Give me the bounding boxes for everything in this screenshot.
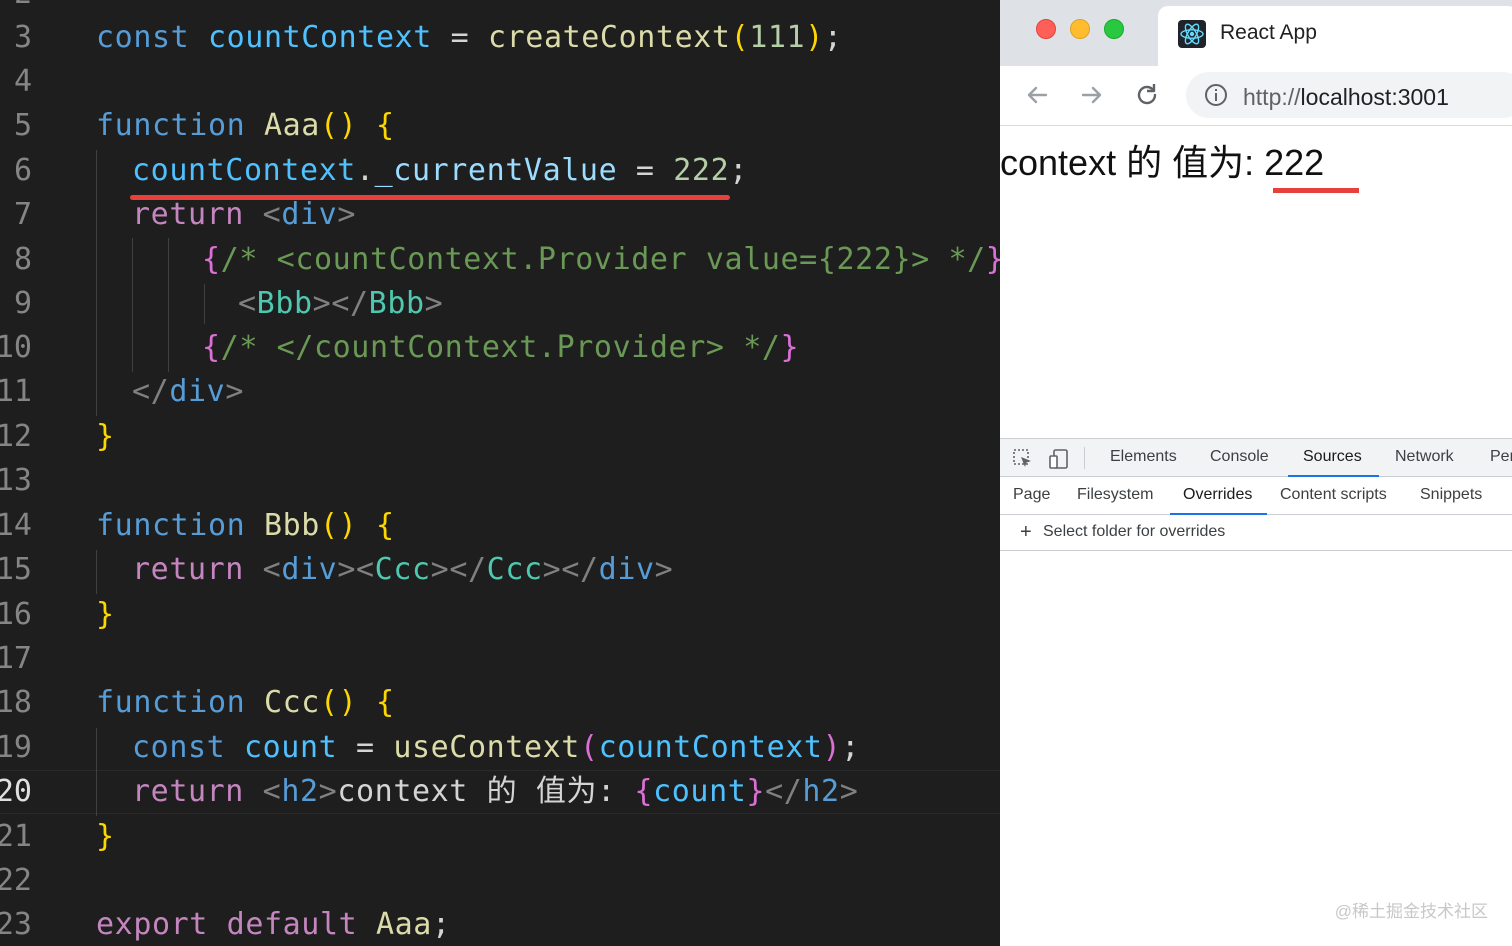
line-number: 22 (0, 863, 32, 898)
line-number: 19 (0, 730, 32, 765)
red-underline (1273, 188, 1359, 193)
minimize-window-button[interactable] (1070, 19, 1090, 39)
indent-guide (96, 550, 97, 594)
line-number: 14 (0, 508, 32, 543)
line-number: 13 (0, 463, 32, 498)
tab-elements[interactable]: Elements (1110, 448, 1177, 466)
indent-guide (132, 238, 133, 372)
subtab-snippets[interactable]: Snippets (1420, 486, 1482, 504)
browser-tab[interactable]: React App (1158, 6, 1512, 66)
code-editor[interactable]: 2 3 4 5 6 7 8 9 10 11 12 13 14 15 16 17 … (0, 0, 1000, 946)
line-number: 23 (0, 907, 32, 942)
code-line-7: return <div> (132, 197, 356, 232)
forward-arrow-icon[interactable] (1077, 80, 1107, 110)
tab-console[interactable]: Console (1210, 448, 1269, 466)
line-number: 9 (13, 286, 32, 321)
line-number: 18 (0, 685, 32, 720)
indent-guide (168, 238, 169, 372)
url-text: http://localhost:3001 (1243, 84, 1449, 110)
code-line-23: export default Aaa; (96, 907, 451, 942)
navigation-bar: http://localhost:3001 (1000, 66, 1512, 126)
line-number: 7 (13, 197, 32, 232)
code-line-18: function Ccc() { (96, 685, 395, 720)
code-line-11: </div> (132, 374, 244, 409)
line-number: 15 (0, 552, 32, 587)
line-number: 4 (13, 64, 32, 99)
react-logo-icon (1178, 20, 1206, 48)
back-arrow-icon[interactable] (1022, 80, 1052, 110)
subtab-filesystem[interactable]: Filesystem (1077, 486, 1153, 504)
line-number: 5 (13, 108, 32, 143)
watermark: @稀土掘金技术社区 (1334, 902, 1488, 921)
indent-guide (96, 728, 97, 816)
inspect-element-icon[interactable] (1012, 448, 1034, 470)
line-number: 10 (0, 330, 32, 365)
line-number: 16 (0, 597, 32, 632)
tab-bar: React App (1000, 0, 1512, 66)
reload-icon[interactable] (1132, 80, 1162, 110)
code-line-9: <Bbb></Bbb> (238, 286, 444, 321)
code-line-20: return <h2>context 的 值为: {count}</h2> (132, 774, 859, 809)
page-content: context 的 值为: 222 (1000, 126, 1512, 438)
subtab-content-scripts[interactable]: Content scripts (1280, 486, 1387, 504)
tab-network[interactable]: Network (1395, 448, 1454, 466)
page-heading: context 的 值为: 222 (1000, 142, 1325, 183)
devtools-toolbar: Elements Console Sources Network Per (1000, 439, 1512, 477)
code-line-15: return <div><Ccc></Ccc></div> (132, 552, 674, 587)
sources-subtabs: Page Filesystem Overrides Content script… (1000, 477, 1512, 515)
line-number: 20 (0, 774, 32, 809)
plus-icon: + (1020, 521, 1032, 543)
select-folder-row[interactable]: + Select folder for overrides (1000, 515, 1512, 551)
subtab-overrides[interactable]: Overrides (1183, 486, 1252, 504)
line-number: 12 (0, 419, 32, 454)
code-line-6: countContext._currentValue = 222; (132, 153, 748, 188)
select-folder-label: Select folder for overrides (1043, 523, 1226, 540)
tab-title: React App (1220, 21, 1317, 44)
indent-guide (204, 284, 205, 324)
tab-performance[interactable]: Per (1490, 448, 1512, 466)
code-line-12: } (96, 419, 115, 454)
code-line-3: const countContext = createContext(111); (96, 20, 843, 55)
line-number: 2 (0, 0, 32, 16)
address-bar[interactable]: http://localhost:3001 (1186, 72, 1512, 118)
line-number: 3 (13, 20, 32, 55)
line-number: 8 (13, 242, 32, 277)
indent-guide (96, 150, 97, 416)
code-line-21: } (96, 819, 115, 854)
code-line-8: {/* <countContext.Provider value={222}> … (202, 242, 1000, 277)
line-number: 17 (0, 641, 32, 676)
tab-sources[interactable]: Sources (1303, 448, 1362, 466)
code-line-19: const count = useContext(countContext); (132, 730, 860, 765)
line-number: 11 (0, 374, 32, 409)
device-toolbar-icon[interactable] (1048, 448, 1070, 470)
devtools-panel: Elements Console Sources Network Per Pag… (1000, 438, 1512, 946)
code-line-5: function Aaa() { (96, 108, 395, 143)
line-number: 6 (13, 153, 32, 188)
subtab-page[interactable]: Page (1013, 486, 1050, 504)
line-number: 21 (0, 819, 32, 854)
code-line-16: } (96, 597, 115, 632)
code-line-14: function Bbb() { (96, 508, 395, 543)
close-window-button[interactable] (1036, 19, 1056, 39)
toolbar-divider (1084, 447, 1085, 469)
browser-window: React App http://localhost:3001 context … (1000, 0, 1512, 946)
info-icon[interactable] (1204, 83, 1228, 107)
maximize-window-button[interactable] (1104, 19, 1124, 39)
code-line-10: {/* </countContext.Provider> */} (202, 330, 800, 365)
